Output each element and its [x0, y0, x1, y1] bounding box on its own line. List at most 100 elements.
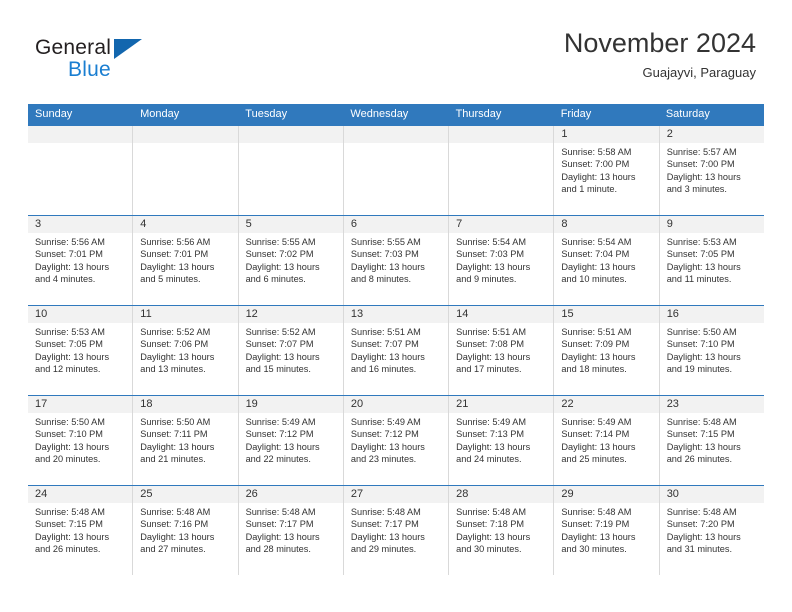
day-cell[interactable]: 10 Sunrise: 5:53 AM Sunset: 7:05 PM Dayl… [28, 306, 133, 395]
day-cell[interactable]: 20 Sunrise: 5:49 AM Sunset: 7:12 PM Dayl… [342, 396, 449, 485]
sunset-text: Sunset: 7:03 PM [456, 249, 525, 260]
day-cell[interactable]: 25 Sunrise: 5:48 AM Sunset: 7:16 PM Dayl… [132, 486, 238, 575]
logo-triangle-icon [114, 39, 142, 59]
sunrise-text: Sunrise: 5:49 AM [456, 417, 527, 427]
day-number [28, 126, 133, 143]
day-number: 25 [133, 486, 238, 503]
day-number: 5 [238, 216, 343, 233]
day-cell[interactable] [132, 126, 238, 215]
day-cell[interactable]: 18 Sunrise: 5:50 AM Sunset: 7:11 PM Dayl… [132, 396, 238, 485]
day-details: Sunrise: 5:48 AM Sunset: 7:19 PM Dayligh… [554, 503, 658, 556]
day-cell[interactable] [342, 126, 449, 215]
sunset-text: Sunset: 7:15 PM [35, 519, 103, 530]
sunset-text: Sunset: 7:00 PM [561, 159, 630, 170]
day-number: 30 [659, 486, 764, 503]
day-cell[interactable]: 12 Sunrise: 5:52 AM Sunset: 7:07 PM Dayl… [237, 306, 343, 395]
day-cell[interactable]: 29 Sunrise: 5:48 AM Sunset: 7:19 PM Dayl… [553, 486, 659, 575]
sunrise-text: Sunrise: 5:57 AM [666, 147, 737, 157]
day-cell[interactable]: 3 Sunrise: 5:56 AM Sunset: 7:01 PM Dayli… [28, 216, 133, 305]
day-details: Sunrise: 5:48 AM Sunset: 7:17 PM Dayligh… [344, 503, 448, 556]
day-details: Sunrise: 5:49 AM Sunset: 7:13 PM Dayligh… [449, 413, 553, 466]
daylight-text: Daylight: 13 hours and 29 minutes. [350, 531, 425, 555]
day-details: Sunrise: 5:54 AM Sunset: 7:04 PM Dayligh… [554, 233, 658, 286]
day-cell[interactable]: 22 Sunrise: 5:49 AM Sunset: 7:14 PM Dayl… [553, 396, 659, 485]
day-cell[interactable]: 24 Sunrise: 5:48 AM Sunset: 7:15 PM Dayl… [28, 486, 133, 575]
day-number: 14 [449, 306, 554, 323]
daylight-text: Daylight: 13 hours and 31 minutes. [666, 531, 741, 555]
weekday-header-monday: Monday [140, 108, 180, 120]
day-details: Sunrise: 5:50 AM Sunset: 7:10 PM Dayligh… [28, 413, 132, 466]
sunset-text: Sunset: 7:01 PM [35, 249, 103, 260]
day-number: 11 [133, 306, 238, 323]
weekday-header-wednesday: Wednesday [350, 108, 409, 120]
sunset-text: Sunset: 7:08 PM [456, 339, 525, 350]
day-cell[interactable]: 15 Sunrise: 5:51 AM Sunset: 7:09 PM Dayl… [553, 306, 659, 395]
sunrise-text: Sunrise: 5:50 AM [666, 327, 737, 337]
day-cell[interactable]: 19 Sunrise: 5:49 AM Sunset: 7:12 PM Dayl… [237, 396, 343, 485]
daylight-text: Daylight: 13 hours and 9 minutes. [456, 261, 531, 285]
sunset-text: Sunset: 7:02 PM [245, 249, 314, 260]
sunrise-text: Sunrise: 5:51 AM [561, 327, 632, 337]
general-blue-logo[interactable]: General Blue [35, 36, 235, 92]
day-cell[interactable]: 30 Sunrise: 5:48 AM Sunset: 7:20 PM Dayl… [658, 486, 764, 575]
day-number: 27 [343, 486, 449, 503]
sunset-text: Sunset: 7:04 PM [561, 249, 630, 260]
page-header: General Blue November 2024 Guajayvi, Par… [28, 26, 764, 94]
daylight-text: Daylight: 13 hours and 4 minutes. [35, 261, 110, 285]
day-number: 16 [659, 306, 764, 323]
day-cell[interactable]: 27 Sunrise: 5:48 AM Sunset: 7:17 PM Dayl… [342, 486, 449, 575]
day-cell[interactable]: 14 Sunrise: 5:51 AM Sunset: 7:08 PM Dayl… [448, 306, 554, 395]
day-cell[interactable]: 16 Sunrise: 5:50 AM Sunset: 7:10 PM Dayl… [658, 306, 764, 395]
daylight-text: Daylight: 13 hours and 11 minutes. [666, 261, 741, 285]
day-number: 1 [554, 126, 659, 143]
day-cell[interactable]: 28 Sunrise: 5:48 AM Sunset: 7:18 PM Dayl… [448, 486, 554, 575]
weekday-header-saturday: Saturday [665, 108, 710, 120]
day-number: 4 [133, 216, 238, 233]
daylight-text: Daylight: 13 hours and 25 minutes. [561, 441, 636, 465]
daylight-text: Daylight: 13 hours and 3 minutes. [666, 171, 741, 195]
sunset-text: Sunset: 7:13 PM [456, 429, 525, 440]
day-cell[interactable]: 9 Sunrise: 5:53 AM Sunset: 7:05 PM Dayli… [658, 216, 764, 305]
day-number: 3 [28, 216, 133, 233]
day-number: 10 [28, 306, 133, 323]
day-cell[interactable] [448, 126, 554, 215]
day-cell[interactable] [237, 126, 343, 215]
day-number: 18 [133, 396, 238, 413]
day-details: Sunrise: 5:52 AM Sunset: 7:06 PM Dayligh… [133, 323, 237, 376]
day-number: 13 [343, 306, 449, 323]
day-cell[interactable]: 1 Sunrise: 5:58 AM Sunset: 7:00 PM Dayli… [553, 126, 659, 215]
daylight-text: Daylight: 13 hours and 20 minutes. [35, 441, 110, 465]
day-cell[interactable] [28, 126, 133, 215]
day-cell[interactable]: 7 Sunrise: 5:54 AM Sunset: 7:03 PM Dayli… [448, 216, 554, 305]
title-block: November 2024 Guajayvi, Paraguay [564, 26, 756, 83]
sunrise-text: Sunrise: 5:51 AM [350, 327, 421, 337]
day-cell[interactable]: 8 Sunrise: 5:54 AM Sunset: 7:04 PM Dayli… [553, 216, 659, 305]
day-number: 28 [449, 486, 554, 503]
daylight-text: Daylight: 13 hours and 23 minutes. [350, 441, 425, 465]
page-subtitle: Guajayvi, Paraguay [642, 65, 756, 80]
day-cell[interactable]: 17 Sunrise: 5:50 AM Sunset: 7:10 PM Dayl… [28, 396, 133, 485]
day-cell[interactable]: 21 Sunrise: 5:49 AM Sunset: 7:13 PM Dayl… [448, 396, 554, 485]
day-details: Sunrise: 5:50 AM Sunset: 7:11 PM Dayligh… [133, 413, 237, 466]
day-cell[interactable]: 26 Sunrise: 5:48 AM Sunset: 7:17 PM Dayl… [237, 486, 343, 575]
daylight-text: Daylight: 13 hours and 30 minutes. [456, 531, 531, 555]
day-number: 2 [659, 126, 764, 143]
day-cell[interactable]: 11 Sunrise: 5:52 AM Sunset: 7:06 PM Dayl… [132, 306, 238, 395]
sunrise-text: Sunrise: 5:49 AM [561, 417, 632, 427]
daylight-text: Daylight: 13 hours and 21 minutes. [140, 441, 215, 465]
weekday-header-friday: Friday [560, 108, 592, 120]
day-details: Sunrise: 5:52 AM Sunset: 7:07 PM Dayligh… [239, 323, 343, 376]
day-cell[interactable]: 5 Sunrise: 5:55 AM Sunset: 7:02 PM Dayli… [237, 216, 343, 305]
weekday-header-thursday: Thursday [455, 108, 502, 120]
day-cell[interactable]: 6 Sunrise: 5:55 AM Sunset: 7:03 PM Dayli… [342, 216, 449, 305]
sunset-text: Sunset: 7:15 PM [666, 429, 735, 440]
day-cell[interactable]: 4 Sunrise: 5:56 AM Sunset: 7:01 PM Dayli… [132, 216, 238, 305]
sunset-text: Sunset: 7:19 PM [561, 519, 630, 530]
daylight-text: Daylight: 13 hours and 18 minutes. [561, 351, 636, 375]
day-details: Sunrise: 5:53 AM Sunset: 7:05 PM Dayligh… [660, 233, 764, 286]
day-details: Sunrise: 5:55 AM Sunset: 7:03 PM Dayligh… [344, 233, 448, 286]
day-cell[interactable]: 13 Sunrise: 5:51 AM Sunset: 7:07 PM Dayl… [342, 306, 449, 395]
day-cell[interactable]: 23 Sunrise: 5:48 AM Sunset: 7:15 PM Dayl… [658, 396, 764, 485]
day-cell[interactable]: 2 Sunrise: 5:57 AM Sunset: 7:00 PM Dayli… [658, 126, 764, 215]
sunrise-text: Sunrise: 5:53 AM [666, 237, 737, 247]
